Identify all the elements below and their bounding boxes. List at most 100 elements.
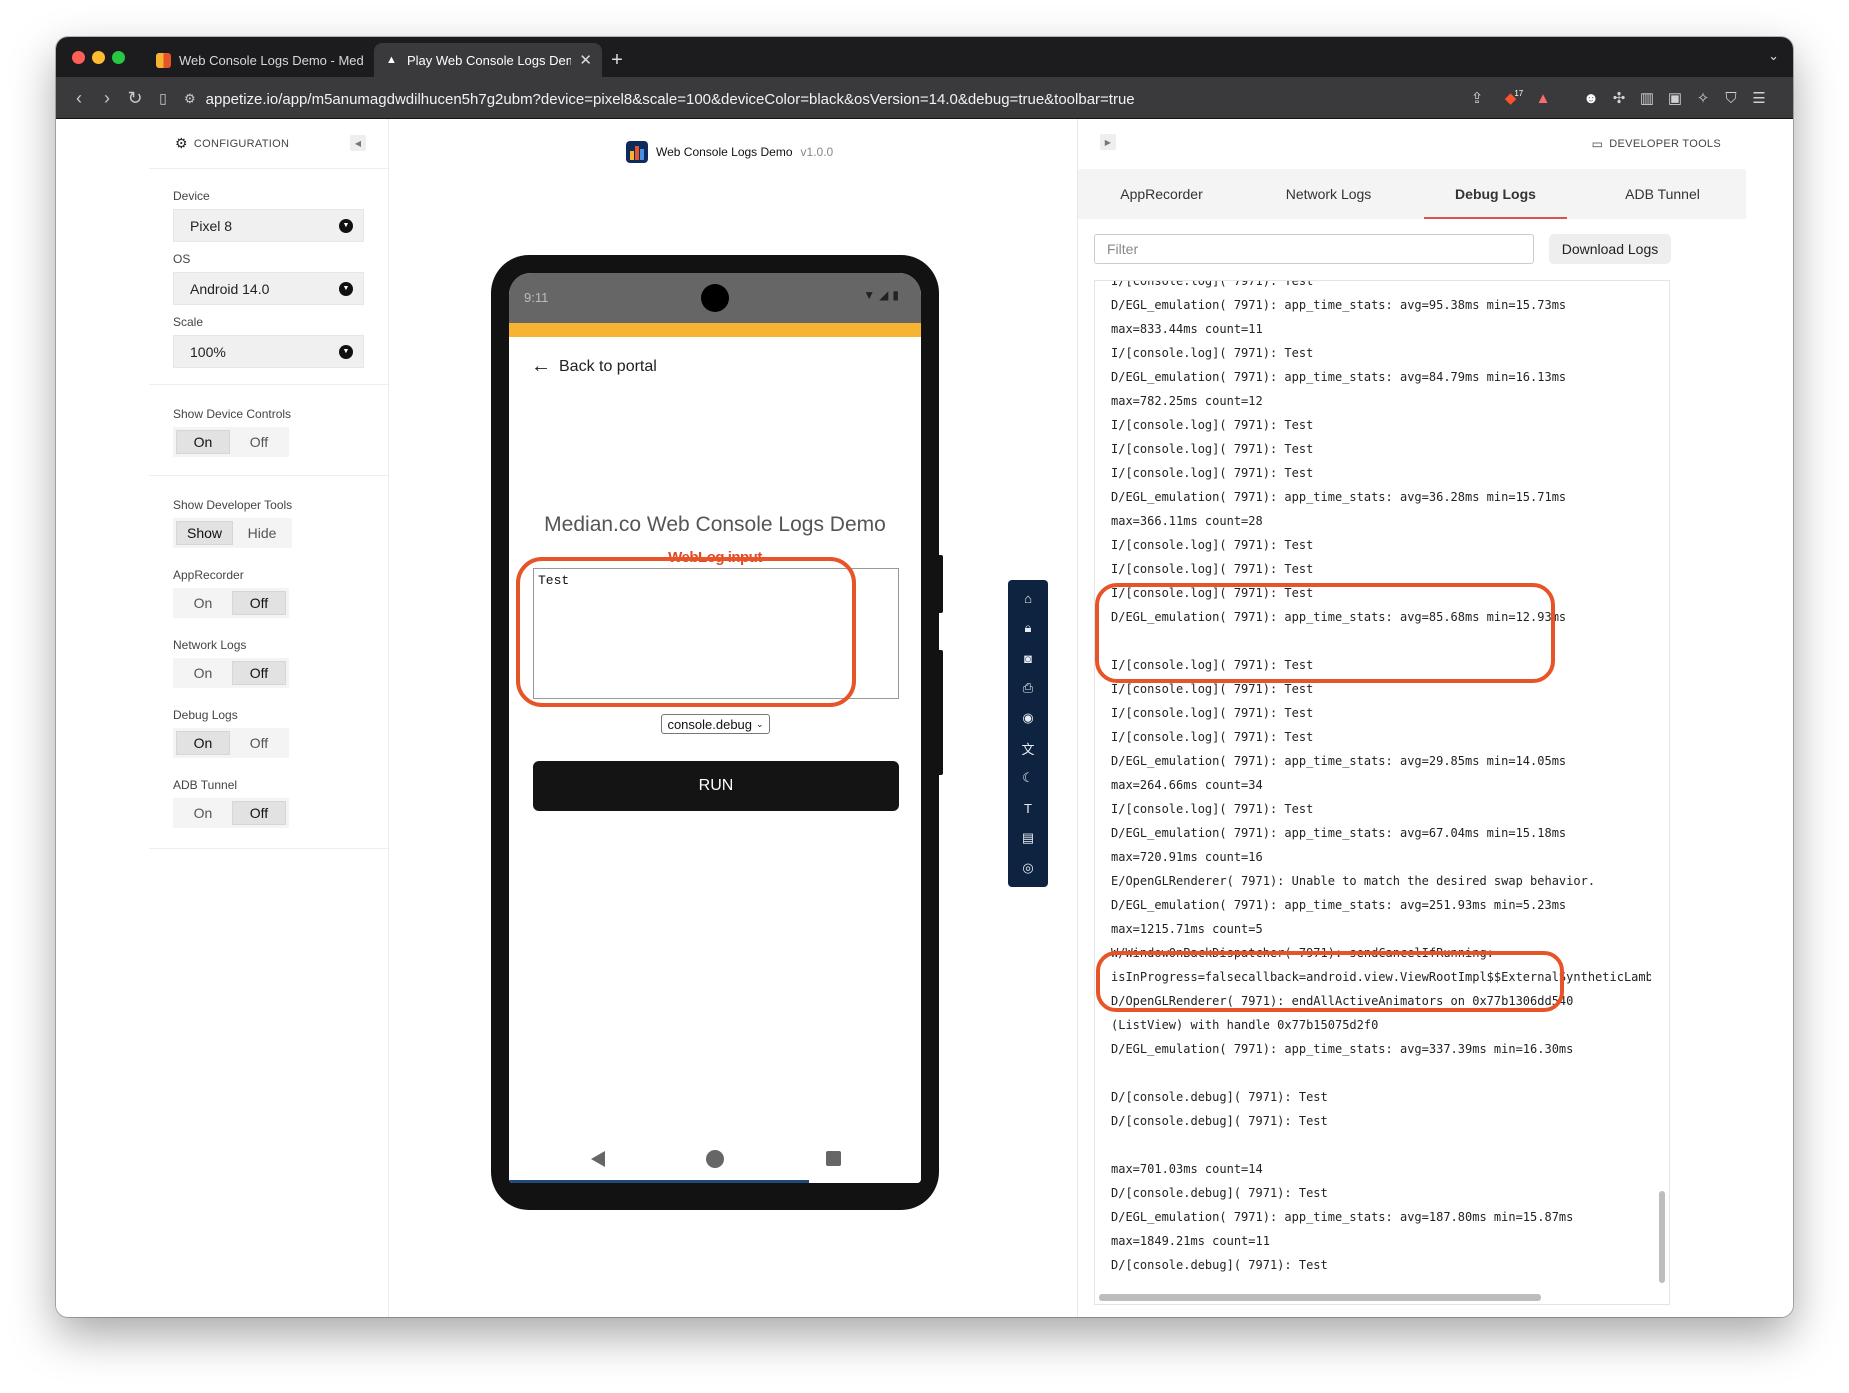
expand-panel-button[interactable]: ▶ xyxy=(1100,134,1116,150)
camera-icon[interactable]: ◙ xyxy=(1018,648,1038,668)
network-logs-on-option[interactable]: On xyxy=(176,661,230,685)
vertical-scrollbar[interactable] xyxy=(1659,1191,1665,1283)
device-controls-off-option[interactable]: Off xyxy=(232,430,286,454)
address-bar[interactable]: ⚙ appetize.io/app/m5anumagdwdilhucen5h7g… xyxy=(184,85,1479,113)
android-back-icon[interactable] xyxy=(591,1151,605,1167)
configuration-title: CONFIGURATION xyxy=(193,137,290,150)
brave-rewards-icon[interactable]: ▲ xyxy=(1532,87,1554,109)
log-line: I/[console.log]( 7971): Test xyxy=(1111,802,1314,816)
wifi-icon: ▼ xyxy=(863,288,876,302)
collapse-config-button[interactable]: ◀ xyxy=(350,135,366,151)
new-tab-button[interactable]: + xyxy=(602,43,632,77)
lock-icon[interactable]: 🔒︎ xyxy=(1018,618,1038,638)
console-debug-highlight-outline xyxy=(1096,951,1564,1012)
leo-ai-icon[interactable]: ✧ xyxy=(1692,87,1714,109)
log-line: (ListView) with handle 0x77b15075d2f0 xyxy=(1111,1018,1379,1032)
filter-input[interactable]: Filter xyxy=(1094,234,1534,264)
show-developer-tools-label: Show Developer Tools xyxy=(173,498,293,512)
font-size-icon[interactable]: T xyxy=(1018,798,1038,818)
log-line: D/EGL_emulation( 7971): app_time_stats: … xyxy=(1111,1042,1574,1056)
reload-icon[interactable]: ↻ xyxy=(122,85,148,111)
android-home-icon[interactable] xyxy=(706,1150,724,1168)
tab-debug-logs[interactable]: Debug Logs xyxy=(1412,169,1579,219)
sidebar-toggle-icon[interactable]: ▥ xyxy=(1636,87,1658,109)
screenshot-icon[interactable]: ⎙ xyxy=(1018,678,1038,698)
device-controls-on-option[interactable]: On xyxy=(176,430,230,454)
adb-tunnel-label: ADB Tunnel xyxy=(173,778,238,792)
median-favicon-icon xyxy=(156,52,171,68)
debug-logs-off-option[interactable]: Off xyxy=(232,731,286,755)
adb-tunnel-on-option[interactable]: On xyxy=(176,801,230,825)
puzzle-extensions-icon[interactable]: ✣ xyxy=(1608,87,1630,109)
status-bar: 9:11 ▼ ◢ ▮ xyxy=(509,273,921,323)
log-line: max=1215.71ms count=5 xyxy=(1111,922,1263,936)
log-lines: I/[console.log]( 7971): Test D/EGL_emulat… xyxy=(1111,280,1651,1277)
app-name: Web Console Logs Demo xyxy=(656,145,793,159)
dark-mode-icon[interactable]: ☾ xyxy=(1018,768,1038,788)
tab-network-logs[interactable]: Network Logs xyxy=(1245,169,1412,219)
site-settings-icon[interactable]: ⚙ xyxy=(184,91,196,107)
dev-tools-hide-option[interactable]: Hide xyxy=(235,521,289,545)
home-icon[interactable]: ⌂ xyxy=(1018,588,1038,608)
log-line: E/OpenGLRenderer( 7971): Unable to match… xyxy=(1111,874,1596,888)
tab-list-chevron-icon[interactable]: ⌄ xyxy=(1768,48,1779,64)
browser-tab-appetize[interactable]: ▲ Play Web Console Logs Demo ✕ xyxy=(374,43,602,77)
device-controls-section: Show Device Controls On Off xyxy=(149,385,388,476)
os-label: OS xyxy=(173,252,191,266)
debug-logs-on-option[interactable]: On xyxy=(176,731,230,755)
debug-logs-toggle: On Off xyxy=(173,728,289,758)
location-icon[interactable]: ◉ xyxy=(1018,708,1038,728)
console-method-value: console.debug xyxy=(667,716,753,732)
download-logs-button[interactable]: Download Logs xyxy=(1549,234,1671,264)
back-nav-icon[interactable]: ‹ xyxy=(66,85,92,111)
device-select[interactable]: Pixel 8 ▼ xyxy=(173,209,364,242)
url-text[interactable]: appetize.io/app/m5anumagdwdilhucen5h7g2u… xyxy=(206,91,1135,108)
file-upload-icon[interactable]: ▤ xyxy=(1018,828,1038,848)
wallet-icon[interactable]: ▣ xyxy=(1664,87,1686,109)
extension-icon[interactable]: ☻ xyxy=(1580,87,1602,109)
scale-select[interactable]: 100% ▼ xyxy=(173,335,364,368)
browser-tab-median[interactable]: Web Console Logs Demo - Median xyxy=(146,43,374,77)
chevron-down-icon: ▼ xyxy=(339,281,353,296)
share-icon[interactable]: ⇪ xyxy=(1466,87,1488,109)
app-recorder-on-option[interactable]: On xyxy=(176,591,230,615)
console-method-select[interactable]: console.debug ⌄ xyxy=(661,714,770,734)
adb-tunnel-off-option[interactable]: Off xyxy=(232,801,286,825)
fingerprint-icon[interactable]: ◎ xyxy=(1018,858,1038,878)
log-line: I/[console.log]( 7971): Test xyxy=(1111,280,1314,288)
log-line: I/[console.log]( 7971): Test xyxy=(1111,346,1314,360)
tab-label: Play Web Console Logs Demo xyxy=(407,52,572,68)
maximize-window-button[interactable] xyxy=(112,51,125,64)
dev-tools-show-option[interactable]: Show xyxy=(176,521,234,545)
tab-adb-tunnel[interactable]: ADB Tunnel xyxy=(1579,169,1746,219)
vpn-shield-icon[interactable]: ⛉ xyxy=(1720,87,1742,109)
menu-icon[interactable]: ☰ xyxy=(1748,87,1770,109)
close-tab-icon[interactable]: ✕ xyxy=(579,51,592,69)
app-recorder-toggle: On Off xyxy=(173,588,289,618)
browser-titlebar: Web Console Logs Demo - Median ▲ Play We… xyxy=(56,37,1793,77)
close-window-button[interactable] xyxy=(72,51,85,64)
run-button[interactable]: RUN xyxy=(533,761,899,811)
minimize-window-button[interactable] xyxy=(92,51,105,64)
network-logs-label: Network Logs xyxy=(173,638,247,652)
app-recorder-off-option[interactable]: Off xyxy=(232,591,286,615)
log-line: D/EGL_emulation( 7971): app_time_stats: … xyxy=(1111,370,1567,384)
developer-tools-panel: ▶ ▭ DEVELOPER TOOLS AppRecorder Network … xyxy=(1077,119,1746,1317)
horizontal-scrollbar[interactable] xyxy=(1099,1294,1541,1301)
adb-tunnel-toggle: On Off xyxy=(173,798,289,828)
brave-shields-icon[interactable]: ◆ 17 xyxy=(1503,87,1525,109)
bookmark-icon[interactable]: ▯ xyxy=(150,85,176,111)
debug-log-output[interactable]: I/[console.log]( 7971): Test D/EGL_emulat… xyxy=(1094,280,1670,1305)
android-recents-icon[interactable] xyxy=(826,1151,841,1166)
log-line: D/EGL_emulation( 7971): app_time_stats: … xyxy=(1111,490,1567,504)
translate-icon[interactable]: 文 xyxy=(1018,738,1038,758)
debug-logs-label: Debug Logs xyxy=(173,708,238,722)
back-to-portal-link[interactable]: ← Back to portal xyxy=(531,355,657,378)
device-screen[interactable]: 9:11 ▼ ◢ ▮ ← Back to portal Median.co We… xyxy=(509,273,921,1183)
os-select[interactable]: Android 14.0 ▼ xyxy=(173,272,364,305)
log-line: I/[console.log]( 7971): Test xyxy=(1111,562,1314,576)
tab-app-recorder[interactable]: AppRecorder xyxy=(1078,169,1245,219)
network-logs-off-option[interactable]: Off xyxy=(232,661,286,685)
forward-nav-icon[interactable]: › xyxy=(94,85,120,111)
